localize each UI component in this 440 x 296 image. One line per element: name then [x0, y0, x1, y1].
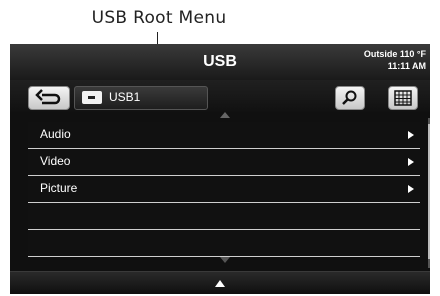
- keypad-button[interactable]: [388, 86, 418, 110]
- search-icon: [342, 90, 357, 105]
- expand-up-icon[interactable]: [215, 280, 225, 287]
- menu-item-label: Video: [40, 154, 71, 168]
- toolbar: [10, 80, 430, 112]
- search-button[interactable]: [335, 86, 365, 110]
- keypad-icon: [394, 90, 412, 106]
- chevron-up-icon[interactable]: [220, 112, 230, 118]
- status-readout: Outside 110 °F 11:11 AM: [364, 48, 426, 72]
- menu-item-empty: [28, 230, 420, 257]
- chevron-down-icon[interactable]: [220, 257, 230, 263]
- usb-source-tab[interactable]: USB1: [74, 86, 208, 110]
- menu-item-picture[interactable]: Picture: [28, 176, 420, 203]
- menu-item-label: Audio: [40, 127, 71, 141]
- head-unit-screen: USB Outside 110 °F 11:11 AM USB1 Audio V…: [10, 44, 430, 294]
- usb-root-menu-list: Audio Video Picture: [28, 122, 420, 257]
- chevron-right-icon: [408, 131, 414, 139]
- usb-source-label: USB1: [109, 90, 141, 104]
- callout-label: USB Root Menu: [91, 8, 227, 28]
- title-bar: USB Outside 110 °F 11:11 AM: [10, 44, 430, 81]
- scrollbar[interactable]: [428, 118, 430, 268]
- clock: 11:11 AM: [387, 61, 426, 71]
- scrollbar-thumb[interactable]: [428, 124, 430, 259]
- menu-item-video[interactable]: Video: [28, 149, 420, 176]
- chevron-right-icon: [408, 185, 414, 193]
- outside-temperature: Outside 110 °F: [363, 49, 426, 59]
- back-button[interactable]: [28, 86, 70, 110]
- usb-drive-icon: [82, 91, 102, 104]
- menu-item-empty: [28, 203, 420, 230]
- menu-item-label: Picture: [40, 181, 78, 195]
- chevron-right-icon: [408, 158, 414, 166]
- menu-item-audio[interactable]: Audio: [28, 122, 420, 149]
- bottom-bar[interactable]: [10, 271, 430, 294]
- back-arrow-icon: [35, 89, 61, 105]
